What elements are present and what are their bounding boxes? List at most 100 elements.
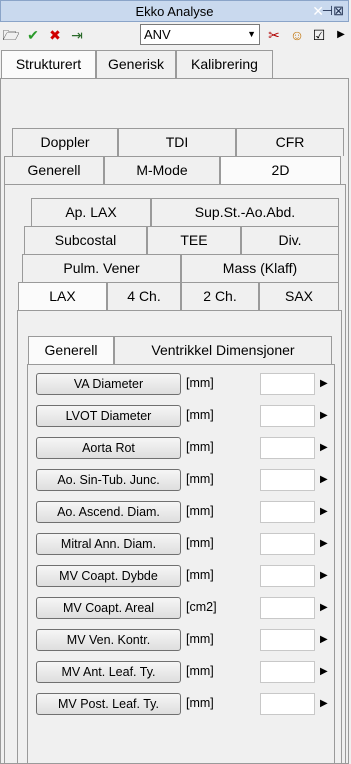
measure-button[interactable]: MV Coapt. Dybde bbox=[36, 565, 181, 587]
tab-sup-st-ao-abd[interactable]: Sup.St.-Ao.Abd. bbox=[151, 198, 339, 226]
profile-combo-value: ANV bbox=[144, 27, 171, 42]
tab-div[interactable]: Div. bbox=[241, 226, 339, 254]
pin-icon[interactable]: ⊣⊠ bbox=[322, 3, 344, 19]
measure-button[interactable]: MV Ven. Kontr. bbox=[36, 629, 181, 651]
check-doc-icon[interactable]: ✔ bbox=[24, 27, 42, 43]
tab-kalibrering[interactable]: Kalibrering bbox=[176, 50, 273, 78]
tab-doppler[interactable]: Doppler bbox=[12, 128, 118, 156]
measure-button[interactable]: Aorta Rot bbox=[36, 437, 181, 459]
tab-2d[interactable]: 2D bbox=[220, 156, 341, 184]
tab-cfr[interactable]: CFR bbox=[236, 128, 344, 156]
value-field[interactable] bbox=[260, 405, 315, 427]
unit-label: [mm] bbox=[186, 376, 214, 390]
tab-pulm-vener[interactable]: Pulm. Vener bbox=[22, 254, 181, 282]
value-field[interactable] bbox=[260, 501, 315, 523]
tab-sax[interactable]: SAX bbox=[259, 282, 339, 310]
measure-button[interactable]: MV Coapt. Areal bbox=[36, 597, 181, 619]
unit-label: [mm] bbox=[186, 696, 214, 710]
arrow-right-icon[interactable]: ▶ bbox=[320, 602, 328, 613]
measurement-row: VA Diameter [mm] ▶ bbox=[36, 373, 336, 397]
unit-label: [mm] bbox=[186, 440, 214, 454]
arrow-right-icon[interactable]: ▶ bbox=[320, 570, 328, 581]
tab-4ch[interactable]: 4 Ch. bbox=[107, 282, 181, 310]
arrow-right-icon[interactable]: ▶ bbox=[320, 410, 328, 421]
tabs-level3-row1: Ap. LAX Sup.St.-Ao.Abd. bbox=[0, 198, 351, 226]
value-field[interactable] bbox=[260, 565, 315, 587]
person-icon[interactable]: ☺ bbox=[288, 27, 306, 43]
measurement-row: MV Post. Leaf. Ty. [mm] ▶ bbox=[36, 693, 336, 717]
measurement-row: MV Coapt. Dybde [mm] ▶ bbox=[36, 565, 336, 589]
tool-icon[interactable]: ✂ bbox=[265, 27, 283, 43]
value-field[interactable] bbox=[260, 373, 315, 395]
tabs-level3-row2: Subcostal TEE Div. bbox=[0, 226, 351, 254]
measurement-row: Ao. Sin-Tub. Junc. [mm] ▶ bbox=[36, 469, 336, 493]
unit-label: [mm] bbox=[186, 472, 214, 486]
edit-icon[interactable]: ☑ bbox=[310, 27, 328, 43]
tab-generisk[interactable]: Generisk bbox=[96, 50, 176, 78]
value-field[interactable] bbox=[260, 437, 315, 459]
tab-strukturert[interactable]: Strukturert bbox=[1, 50, 96, 78]
arrow-right-icon[interactable]: ▶ bbox=[320, 634, 328, 645]
unit-label: [cm2] bbox=[186, 600, 217, 614]
measure-button[interactable]: Ao. Ascend. Diam. bbox=[36, 501, 181, 523]
delete-doc-icon[interactable]: ✖ bbox=[46, 27, 64, 43]
tab-tee[interactable]: TEE bbox=[147, 226, 241, 254]
toolbar: 🗁 ✔ ✖ ⇥ ANV ▼ ✂ ☺ ☑ ▶ bbox=[0, 23, 351, 48]
measure-button[interactable]: Ao. Sin-Tub. Junc. bbox=[36, 469, 181, 491]
tab-subcostal[interactable]: Subcostal bbox=[24, 226, 147, 254]
measurement-row: Ao. Ascend. Diam. [mm] ▶ bbox=[36, 501, 336, 525]
folder-open-icon[interactable]: 🗁 bbox=[2, 27, 20, 43]
tabs-level1: Strukturert Generisk Kalibrering bbox=[0, 50, 351, 78]
measure-button[interactable]: VA Diameter bbox=[36, 373, 181, 395]
value-field[interactable] bbox=[260, 661, 315, 683]
measurement-row: MV Ant. Leaf. Ty. [mm] ▶ bbox=[36, 661, 336, 685]
measure-button[interactable]: LVOT Diameter bbox=[36, 405, 181, 427]
unit-label: [mm] bbox=[186, 504, 214, 518]
value-field[interactable] bbox=[260, 597, 315, 619]
measurement-row: MV Coapt. Areal [cm2] ▶ bbox=[36, 597, 336, 621]
tab-tdi[interactable]: TDI bbox=[118, 128, 236, 156]
arrow-right-icon[interactable]: ▶ bbox=[320, 474, 328, 485]
measurement-row: LVOT Diameter [mm] ▶ bbox=[36, 405, 336, 429]
measurement-row: Mitral Ann. Diam. [mm] ▶ bbox=[36, 533, 336, 557]
unit-label: [mm] bbox=[186, 632, 214, 646]
tabs-level4: Generell Ventrikkel Dimensjoner bbox=[0, 336, 351, 364]
tabs-level2-row1: Doppler TDI CFR bbox=[0, 128, 351, 156]
value-field[interactable] bbox=[260, 629, 315, 651]
tab-mass-klaff[interactable]: Mass (Klaff) bbox=[181, 254, 339, 282]
tab-ap-lax[interactable]: Ap. LAX bbox=[31, 198, 151, 226]
tabs-level3-row3: Pulm. Vener Mass (Klaff) bbox=[0, 254, 351, 282]
tabs-level2-row2: Generell M-Mode 2D bbox=[0, 156, 351, 184]
value-field[interactable] bbox=[260, 693, 315, 715]
arrow-right-icon[interactable]: ▶ bbox=[320, 378, 328, 389]
title-bar: Ekko Analyse ✕ ⊣⊠ bbox=[0, 0, 349, 22]
window-title: Ekko Analyse bbox=[135, 4, 214, 19]
arrow-right-icon[interactable]: ▶ bbox=[320, 538, 328, 549]
measure-button[interactable]: MV Ant. Leaf. Ty. bbox=[36, 661, 181, 683]
chevron-down-icon: ▼ bbox=[247, 29, 256, 39]
more-arrow-icon[interactable]: ▶ bbox=[332, 27, 350, 43]
unit-label: [mm] bbox=[186, 568, 214, 582]
unit-label: [mm] bbox=[186, 664, 214, 678]
unit-label: [mm] bbox=[186, 536, 214, 550]
profile-combo[interactable]: ANV ▼ bbox=[140, 24, 260, 45]
export-doc-icon[interactable]: ⇥ bbox=[68, 27, 86, 43]
tab-m-mode[interactable]: M-Mode bbox=[104, 156, 220, 184]
tab-lax[interactable]: LAX bbox=[18, 282, 107, 310]
arrow-right-icon[interactable]: ▶ bbox=[320, 506, 328, 517]
tabs-level3-row4: LAX 4 Ch. 2 Ch. SAX bbox=[0, 282, 351, 310]
tab-generell-sub[interactable]: Generell bbox=[28, 336, 114, 364]
tab-2ch[interactable]: 2 Ch. bbox=[181, 282, 259, 310]
measurement-row: Aorta Rot [mm] ▶ bbox=[36, 437, 336, 461]
measure-button[interactable]: MV Post. Leaf. Ty. bbox=[36, 693, 181, 715]
arrow-right-icon[interactable]: ▶ bbox=[320, 666, 328, 677]
value-field[interactable] bbox=[260, 533, 315, 555]
measurement-row: MV Ven. Kontr. [mm] ▶ bbox=[36, 629, 336, 653]
value-field[interactable] bbox=[260, 469, 315, 491]
arrow-right-icon[interactable]: ▶ bbox=[320, 698, 328, 709]
unit-label: [mm] bbox=[186, 408, 214, 422]
tab-generell[interactable]: Generell bbox=[4, 156, 104, 184]
tab-ventrikkel-dimensjoner[interactable]: Ventrikkel Dimensjoner bbox=[114, 336, 332, 364]
measure-button[interactable]: Mitral Ann. Diam. bbox=[36, 533, 181, 555]
arrow-right-icon[interactable]: ▶ bbox=[320, 442, 328, 453]
